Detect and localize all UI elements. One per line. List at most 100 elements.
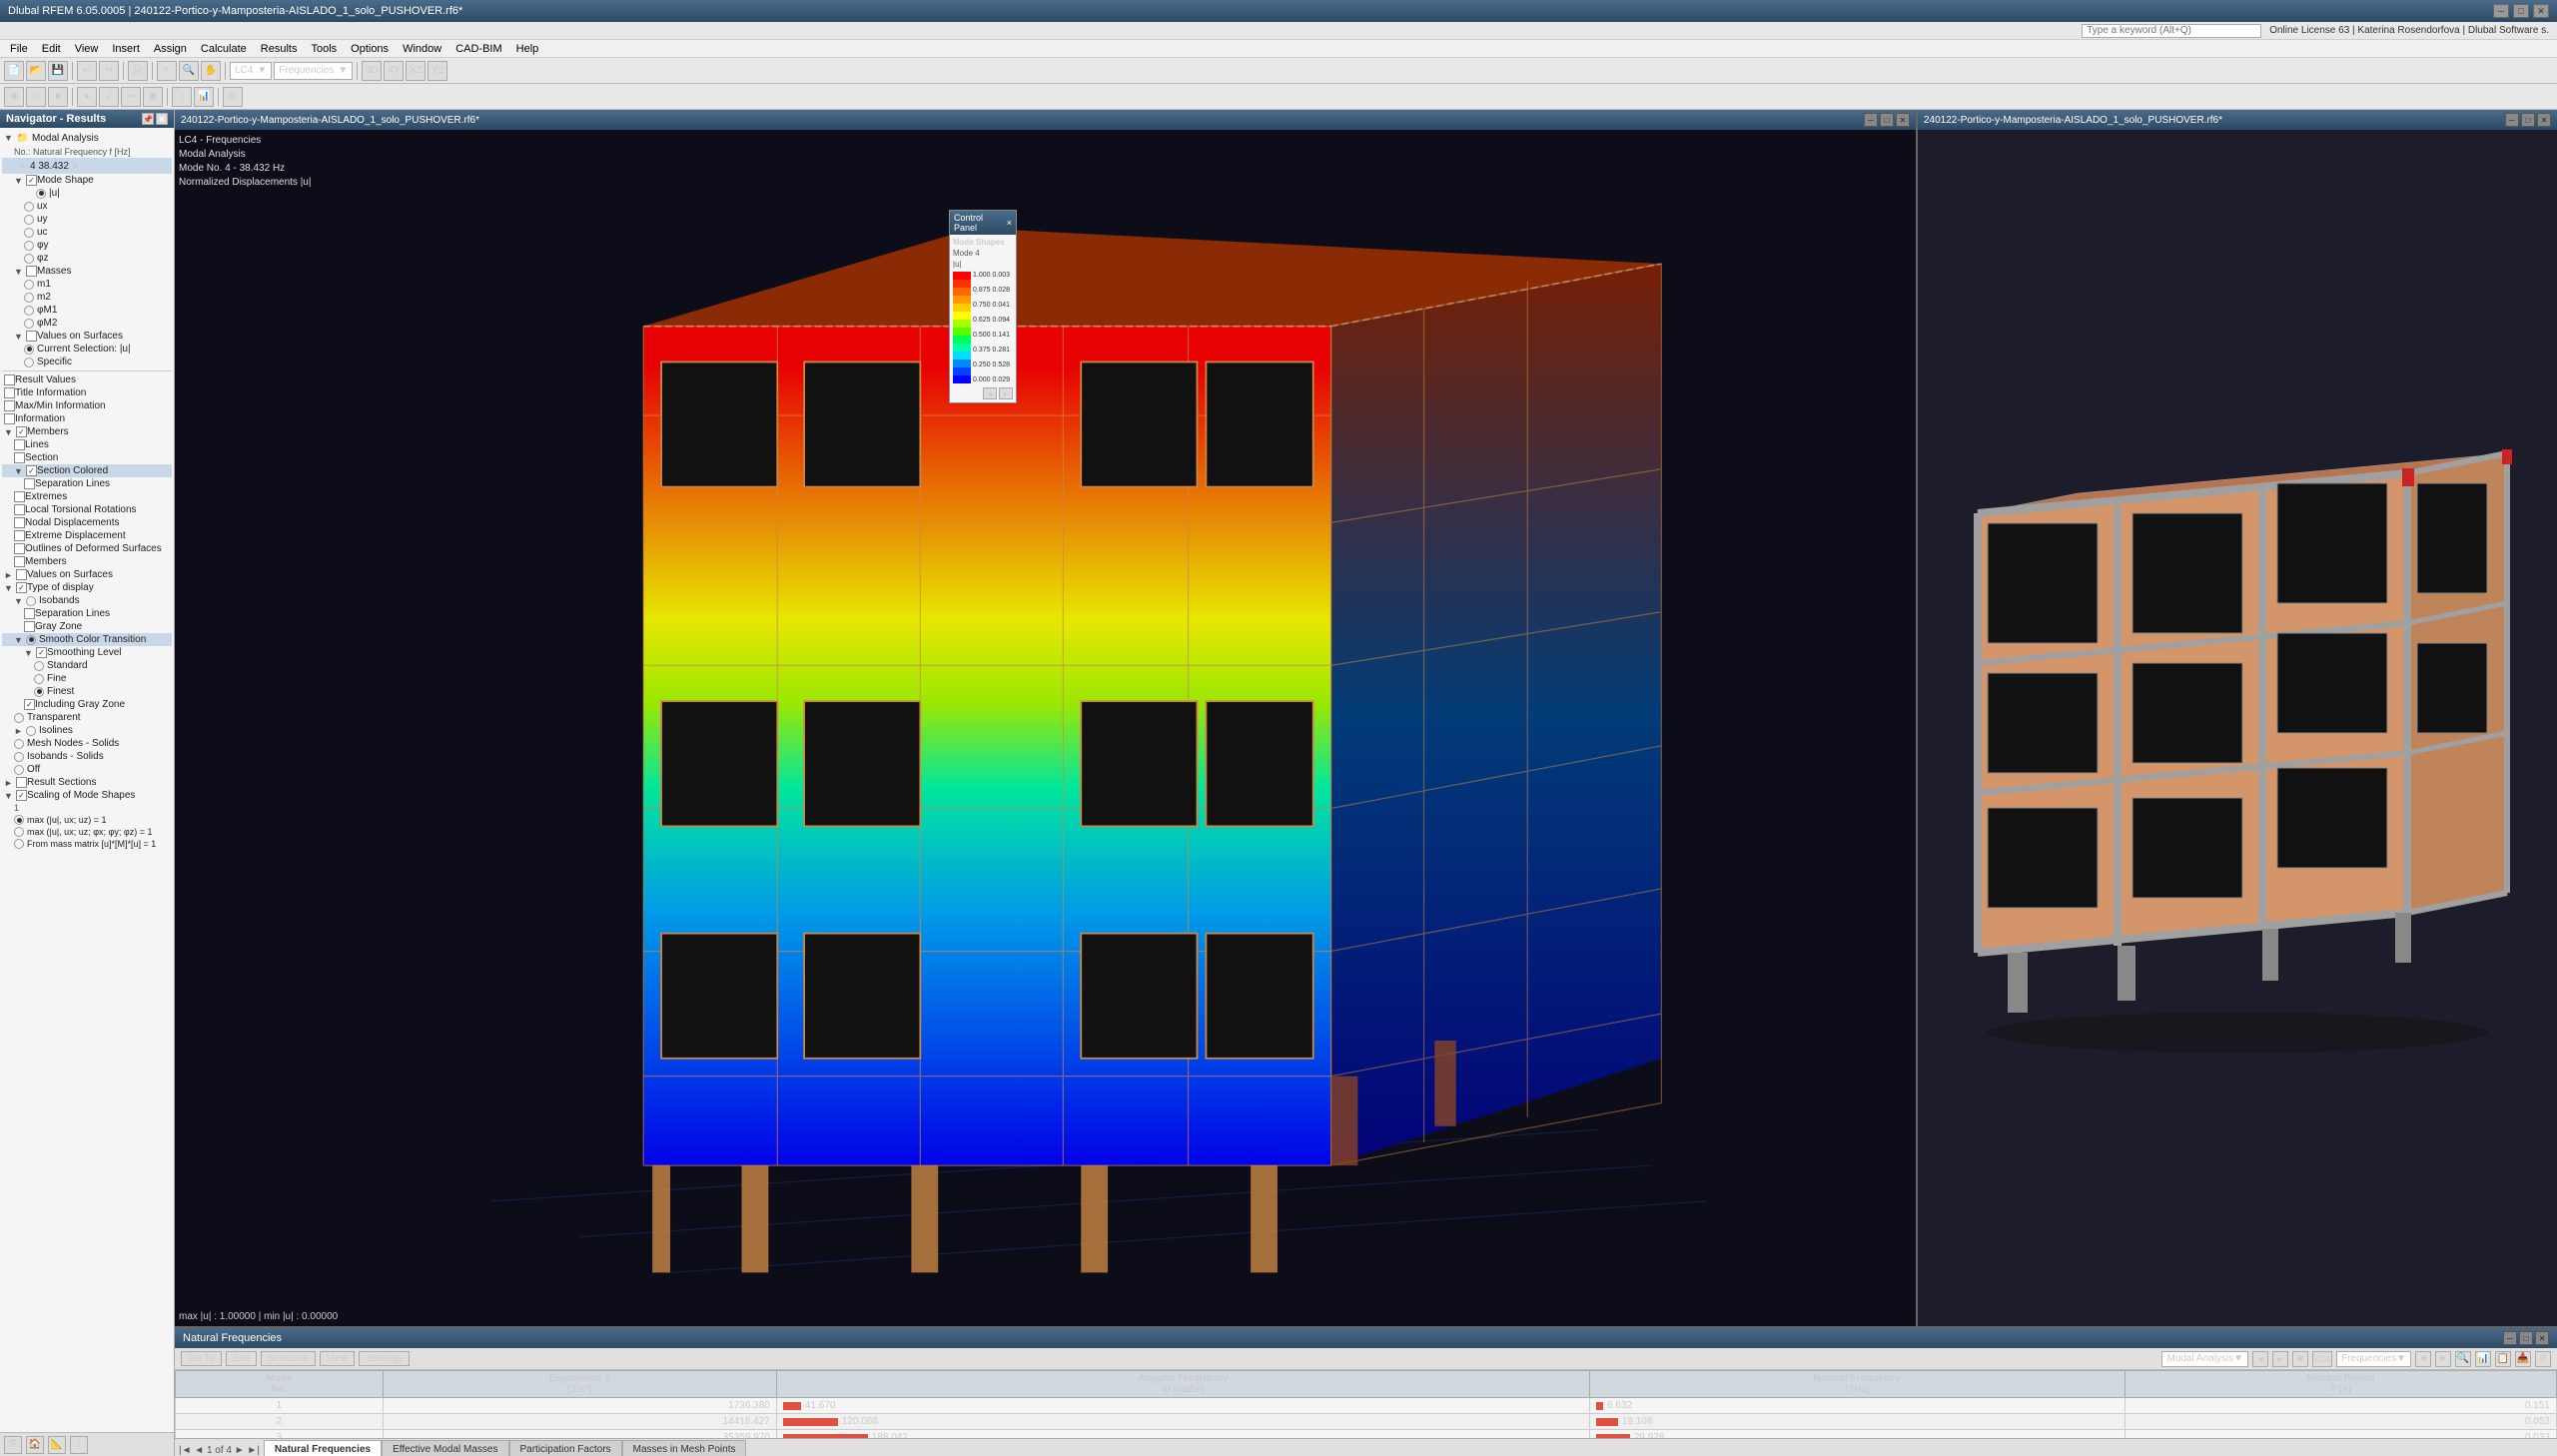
nav-lines-check[interactable] — [14, 439, 25, 450]
surface-btn[interactable]: ▣ — [143, 87, 163, 107]
right-vp-btn1[interactable]: ─ — [2505, 113, 2519, 127]
table-row[interactable]: 335359.970188.04229.9280.033 — [176, 1430, 2557, 1439]
nav-icon-btn1[interactable]: 👁 — [4, 1436, 22, 1454]
bp-tool2[interactable]: ► — [2435, 1351, 2451, 1367]
goto-btn[interactable]: Go To — [181, 1351, 222, 1366]
nav-sep-lines[interactable]: Separation Lines — [2, 477, 172, 490]
nav-smoothing-level[interactable]: ▼ Smoothing Level — [2, 646, 172, 659]
bp-play[interactable]: ■ — [2292, 1351, 2308, 1367]
bp-tool1[interactable]: ◄ — [2415, 1351, 2431, 1367]
nav-isolines[interactable]: ► Isolines — [2, 724, 172, 737]
nav-outlines[interactable]: Outlines of Deformed Surfaces — [2, 542, 172, 555]
menu-cad-bim[interactable]: CAD-BIM — [449, 42, 507, 56]
nav-ms-pz[interactable]: φz — [2, 252, 172, 265]
nav-ms-u[interactable]: |u| — [2, 187, 172, 200]
nav-finest[interactable]: Finest — [2, 685, 172, 698]
nav-radio-fine[interactable] — [34, 674, 44, 684]
modal-analysis-dropdown[interactable]: Modal Analysis ▼ — [2161, 1351, 2248, 1367]
nav-result-sections[interactable]: ► Result Sections — [2, 776, 172, 789]
nav-off[interactable]: Off — [2, 763, 172, 776]
nav-ms-ux[interactable]: ux — [2, 200, 172, 213]
nav-radio-py[interactable] — [24, 241, 34, 251]
menu-options[interactable]: Options — [345, 42, 395, 56]
nav-lines[interactable]: Lines — [2, 438, 172, 451]
nav-pin-btn[interactable]: 📌 — [142, 113, 154, 125]
save-btn[interactable]: 💾 — [48, 61, 68, 81]
bp-btn3[interactable]: ✕ — [2535, 1331, 2549, 1345]
freq-dropdown-bp[interactable]: Frequencies ▼ — [2336, 1351, 2411, 1367]
nav-scale-max[interactable]: max (|u|, ux; uz) = 1 — [2, 814, 172, 826]
nav-nodal-disp[interactable]: Nodal Displacements — [2, 516, 172, 529]
bp-btn2[interactable]: □ — [2519, 1331, 2533, 1345]
cp-close[interactable]: × — [1007, 218, 1012, 228]
nav-modal-analysis[interactable]: ▼ 📁 Modal Analysis — [2, 130, 172, 146]
nav-mem-check[interactable] — [16, 426, 27, 437]
nav-ed-check[interactable] — [14, 530, 25, 541]
nav-members-group[interactable]: ▼ Members — [2, 425, 172, 438]
table-row[interactable]: 11736.38041.6706.6320.151 — [176, 1398, 2557, 1414]
nav-m2[interactable]: m2 — [2, 291, 172, 304]
nav-sc-check[interactable] — [26, 465, 37, 476]
maximize-button[interactable]: □ — [2513, 4, 2529, 18]
menu-file[interactable]: File — [4, 42, 34, 56]
nav-info-check[interactable] — [4, 413, 15, 424]
member-btn[interactable]: ═ — [121, 87, 141, 107]
table-row[interactable]: 214416.427120.06819.1080.052 — [176, 1414, 2557, 1430]
nav-members-sub[interactable]: Members — [2, 555, 172, 568]
select-btn[interactable]: ↖ — [157, 61, 177, 81]
nav-radio-iso-solids[interactable] — [14, 752, 24, 762]
nav-type-display[interactable]: ▼ Type of display — [2, 581, 172, 594]
nav-radio-mesh-nodes[interactable] — [14, 739, 24, 749]
nav-m1[interactable]: m1 — [2, 278, 172, 291]
yz-view-btn[interactable]: YZ — [427, 61, 447, 81]
tab-effective-modal[interactable]: Effective Modal Masses — [382, 1440, 508, 1456]
nav-nd-check[interactable] — [14, 517, 25, 528]
bp-tool3[interactable]: 🔍 — [2455, 1351, 2471, 1367]
left-vp-btn3[interactable]: ✕ — [1896, 113, 1910, 127]
nav-fine[interactable]: Fine — [2, 672, 172, 685]
nav-rv-check[interactable] — [4, 374, 15, 385]
nav-maxmin-info[interactable]: Max/Min Information — [2, 399, 172, 412]
nav-radio-smooth[interactable] — [26, 635, 36, 645]
nav-mode-shape-group[interactable]: ▼ Mode Shape — [2, 174, 172, 187]
nav-result-values[interactable]: Result Values — [2, 373, 172, 386]
nav-out-check[interactable] — [14, 543, 25, 554]
menu-help[interactable]: Help — [510, 42, 545, 56]
nav-sl-check2[interactable] — [36, 647, 47, 658]
nav-radio-m1[interactable] — [24, 280, 34, 290]
nav-masses-group[interactable]: ▼ Masses — [2, 265, 172, 278]
show-loads-btn[interactable]: ↕ — [172, 87, 192, 107]
nav-radio-ux[interactable] — [24, 202, 34, 212]
nav-radio-current[interactable] — [24, 345, 34, 355]
nav-scal-check[interactable] — [16, 790, 27, 801]
menu-insert[interactable]: Insert — [106, 42, 146, 56]
open-btn[interactable]: 📂 — [26, 61, 46, 81]
nav-lt-check[interactable] — [14, 504, 25, 515]
bp-tool5[interactable]: 📋 — [2495, 1351, 2511, 1367]
bp-nav-prev[interactable]: ◄ — [2252, 1351, 2268, 1367]
nav-radio-isolines[interactable] — [26, 726, 36, 736]
nav-radio-pm2[interactable] — [24, 319, 34, 329]
settings-btn[interactable]: ⚙ — [223, 87, 243, 107]
nav-smooth-color[interactable]: ▼ Smooth Color Transition — [2, 633, 172, 646]
nav-isobands[interactable]: ▼ Isobands — [2, 594, 172, 607]
nav-vs2-check[interactable] — [16, 569, 27, 580]
nav-radio-pm1[interactable] — [24, 306, 34, 316]
tab-participation[interactable]: Participation Factors — [509, 1440, 622, 1456]
nav-scale-max-all[interactable]: max (|u|, ux; uz; φx; φy; φz) = 1 — [2, 826, 172, 838]
nav-ti-check[interactable] — [4, 387, 15, 398]
menu-calculate[interactable]: Calculate — [195, 42, 253, 56]
nav-ext-check[interactable] — [14, 491, 25, 502]
xz-view-btn[interactable]: XZ — [406, 61, 426, 81]
bp-nav-next[interactable]: ► — [2272, 1351, 2288, 1367]
nav-radio-scale-mass[interactable] — [14, 839, 24, 849]
undo-btn[interactable]: ↩ — [77, 61, 97, 81]
nav-section-colored[interactable]: ▼ Section Colored — [2, 464, 172, 477]
nav-radio-uc[interactable] — [24, 228, 34, 238]
tab-natural-freq[interactable]: Natural Frequencies — [264, 1440, 382, 1456]
nav-icon-btn4[interactable]: ↕ — [70, 1436, 88, 1454]
bp-btn1[interactable]: ─ — [2503, 1331, 2517, 1345]
nav-radio-standard[interactable] — [34, 661, 44, 671]
nav-td-check[interactable] — [16, 582, 27, 593]
settings-btn2[interactable]: Settings — [359, 1351, 409, 1366]
